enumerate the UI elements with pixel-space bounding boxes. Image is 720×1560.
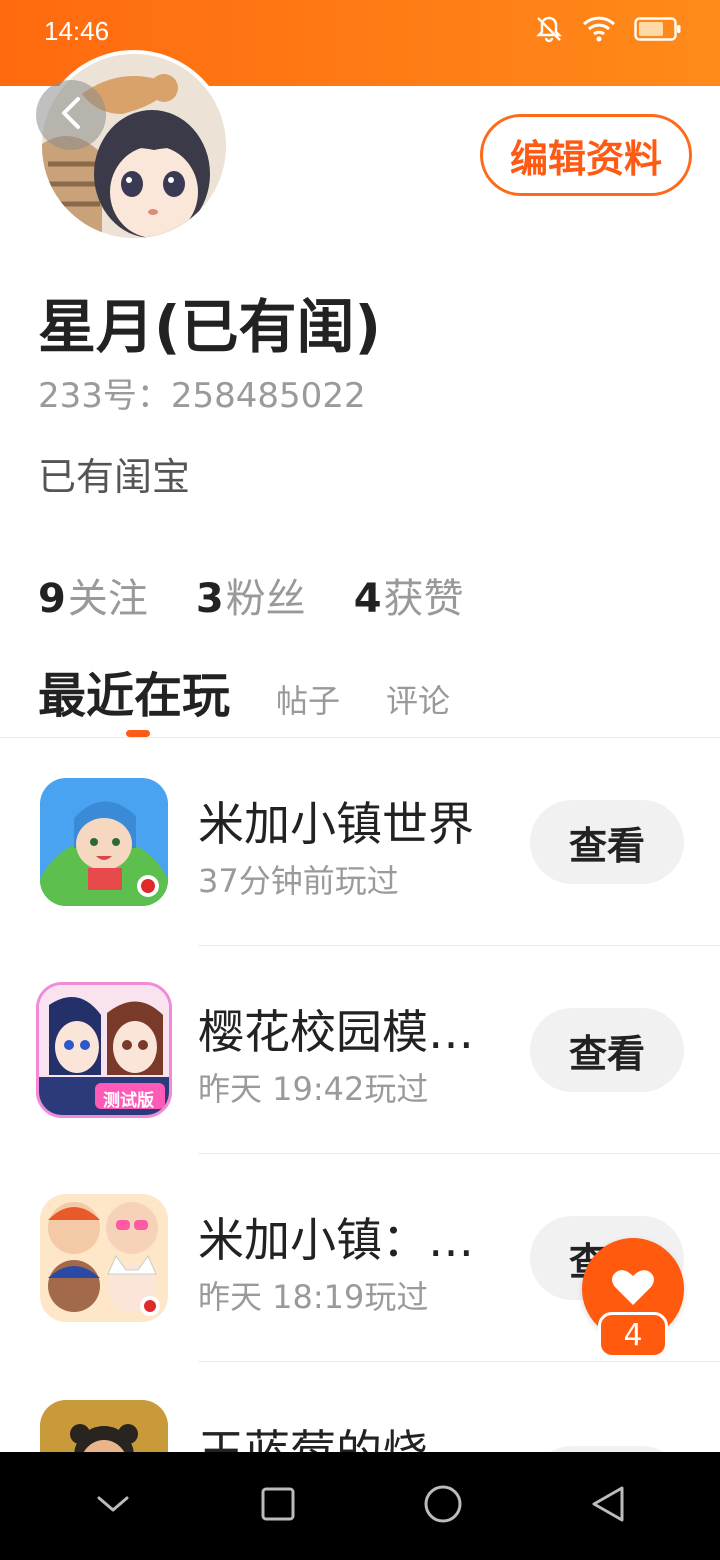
game-name: 米加小镇世界 (198, 797, 474, 851)
game-icon (40, 1194, 168, 1322)
played-time: 昨天 19:42玩过 (198, 1070, 429, 1108)
wifi-icon (582, 15, 616, 43)
stat-likes[interactable]: 4 获赞 (354, 566, 464, 624)
status-time: 14:46 (44, 16, 110, 46)
game-icon (40, 778, 168, 906)
stat-count: 4 (353, 576, 382, 622)
heart-icon (611, 1267, 655, 1311)
battery-icon (634, 16, 682, 42)
bio: 已有闺宝 (38, 455, 191, 499)
list-item[interactable]: 米加小镇世界 37分钟前玩过 查看 (0, 738, 720, 946)
tab-recent-played[interactable]: 最近在玩 (38, 656, 230, 726)
view-button[interactable]: 查看 (530, 800, 684, 884)
stat-fans[interactable]: 3 粉丝 (196, 566, 306, 624)
stat-label: 获赞 (383, 576, 464, 622)
stat-following[interactable]: 9 关注 (38, 566, 148, 624)
game-name: 米加小镇：… (198, 1213, 474, 1267)
stats-row: 9 关注 3 粉丝 4 获赞 (38, 566, 464, 624)
nav-recents-button[interactable] (248, 1476, 308, 1536)
triangle-back-icon (590, 1485, 626, 1527)
back-button[interactable] (36, 80, 106, 150)
stat-count: 3 (195, 576, 224, 622)
nav-home-button[interactable] (413, 1476, 473, 1536)
tab-comments[interactable]: 评论 (386, 676, 450, 722)
status-icons (534, 14, 682, 44)
bell-off-icon (534, 14, 564, 44)
tab-indicator (126, 730, 150, 737)
stat-label: 关注 (67, 576, 148, 622)
played-time: 37分钟前玩过 (198, 862, 399, 900)
edit-profile-button[interactable]: 编辑资料 (480, 114, 692, 196)
like-count-badge: 4 (598, 1312, 668, 1358)
chevron-down-icon (95, 1492, 131, 1520)
recent-games-list: 米加小镇世界 37分钟前玩过 查看 测试版 樱花校园模… 昨天 19:42玩过 … (0, 738, 720, 1560)
nav-back-button[interactable] (578, 1476, 638, 1536)
system-nav-bar (0, 1452, 720, 1560)
game-icon: 测试版 (36, 982, 172, 1118)
user-id: 233号：258485022 (38, 376, 366, 416)
view-button[interactable]: 查看 (530, 1008, 684, 1092)
nav-collapse-button[interactable] (83, 1476, 143, 1536)
list-item[interactable]: 测试版 樱花校园模… 昨天 19:42玩过 查看 (0, 946, 720, 1154)
game-name: 樱花校园模… (198, 1005, 474, 1059)
profile-tabs: 最近在玩 帖子 评论 (38, 656, 450, 726)
square-icon (260, 1486, 296, 1526)
chevron-left-icon (56, 93, 86, 137)
tab-posts[interactable]: 帖子 (276, 676, 340, 722)
test-version-badge: 测试版 (103, 1091, 154, 1111)
nickname: 星月(已有闺) (38, 293, 382, 361)
circle-icon (423, 1484, 463, 1528)
played-time: 昨天 18:19玩过 (198, 1278, 429, 1316)
stat-label: 粉丝 (225, 576, 306, 622)
stat-count: 9 (38, 576, 66, 622)
